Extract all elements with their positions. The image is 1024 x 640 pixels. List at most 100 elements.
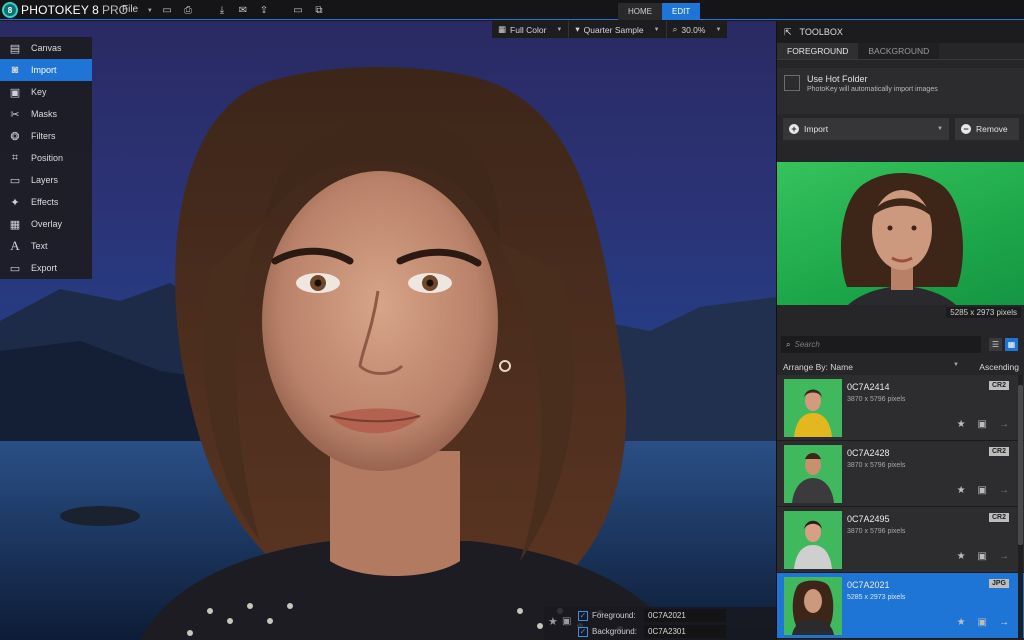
monitor-icon[interactable]: ▭ (291, 3, 305, 17)
sort-order-select[interactable]: Ascending (979, 362, 1019, 372)
arrow-right-icon[interactable]: → (999, 617, 1009, 628)
preview-size-bar: 5285 x 2973 pixels (777, 305, 1024, 321)
top-toolbar: ▭ ⎙ ⤓ ✉ ⇪ ▭ ⧉ (160, 3, 330, 17)
list-item[interactable]: 0C7A2414 3870 x 5796 pixels CR2 ★ ▣ → (777, 375, 1024, 441)
import-button[interactable]: + Import ▼ (783, 118, 949, 140)
app-logo: 8 PHOTOKEY 8 PRO (0, 0, 128, 20)
menu-item-import[interactable]: ◙ Import (0, 59, 92, 81)
left-tool-menu: ▤ Canvas ◙ Import ▣ Key ✂ Masks ❂ Filters ⌗ Po… (0, 37, 92, 279)
list-item-selected[interactable]: 0C7A2021 5285 x 2973 pixels JPG ★ ▣ → (777, 573, 1024, 639)
file-name: 0C7A2021 (847, 580, 890, 590)
save-icon[interactable]: ⤓ (215, 3, 229, 17)
search-input[interactable]: ⌕ Search (781, 336, 981, 353)
export-icon: ▭ (9, 262, 21, 275)
logo-name: PHOTOKEY (21, 3, 90, 17)
file-list: 0C7A2414 3870 x 5796 pixels CR2 ★ ▣ → 0C7A… (777, 375, 1024, 640)
sample-label: Quarter Sample (583, 24, 644, 35)
star-icon[interactable]: ★ (957, 617, 966, 628)
compare-icon[interactable]: ⧉ (312, 3, 326, 17)
sample-select[interactable]: ▾ Quarter Sample ▼ (569, 21, 665, 38)
hot-folder-description: PhotoKey will automatically import image… (807, 86, 938, 93)
color-mode-select[interactable]: ▦ Full Color ▼ (492, 21, 568, 38)
arrow-right-icon[interactable]: → (999, 485, 1009, 496)
menu-item-masks[interactable]: ✂ Masks (0, 103, 92, 125)
scanner-icon[interactable]: ▭ (160, 3, 174, 17)
image-icon[interactable]: ▣ (562, 616, 571, 627)
file-dimensions: 3870 x 5796 pixels (847, 396, 906, 403)
file-menu[interactable]: File ▼ (122, 4, 153, 15)
background-row: ✓ Background: 0C7A2301 (544, 624, 776, 639)
list-item[interactable]: 0C7A2495 3870 x 5796 pixels CR2 ★ ▣ → (777, 507, 1024, 573)
image-icon[interactable]: ▣ (978, 551, 987, 562)
toolbox-icon[interactable]: ⇱ (784, 27, 792, 38)
email-icon[interactable]: ✉ (236, 3, 250, 17)
plus-icon: + (789, 124, 799, 134)
filters-icon: ❂ (10, 130, 20, 143)
logo-icon: 8 (2, 2, 18, 18)
minus-icon: − (961, 124, 971, 134)
list-view-button[interactable]: ☰ (989, 338, 1002, 351)
arrow-right-icon[interactable]: → (999, 551, 1009, 562)
file-thumbnail (784, 577, 842, 635)
file-thumbnail (784, 511, 842, 569)
star-icon[interactable]: ★ (957, 419, 966, 430)
arrange-by-select[interactable]: Arrange By: Name (783, 362, 853, 372)
toolbox-panel: ⇱ TOOLBOX FOREGROUND BACKGROUND Use Hot … (776, 21, 1024, 640)
star-icon[interactable]: ★ (957, 485, 966, 496)
file-thumbnail (784, 379, 842, 437)
search-row: ⌕ Search ☰ ▦ (781, 336, 1021, 353)
foreground-row: ✓ Foreground: 0C7A2021 (544, 608, 776, 623)
tab-home[interactable]: HOME (618, 3, 662, 20)
file-name: 0C7A2414 (847, 382, 890, 392)
thumbnail-view-button[interactable]: ▦ (1005, 338, 1018, 351)
menu-item-layers[interactable]: ▭ Layers (0, 169, 92, 191)
hot-folder-checkbox[interactable] (784, 75, 800, 91)
menu-item-effects[interactable]: ✦ Effects (0, 191, 92, 213)
background-label: Background: (592, 627, 637, 636)
print-icon[interactable]: ⎙ (181, 3, 195, 17)
list-item[interactable]: 0C7A2428 3870 x 5796 pixels CR2 ★ ▣ → (777, 441, 1024, 507)
share-icon[interactable]: ⇪ (257, 3, 271, 17)
text-icon: A (10, 238, 20, 253)
color-mode-label: Full Color (510, 24, 547, 35)
color-swatch-icon: ▦ (498, 24, 507, 34)
tab-background[interactable]: BACKGROUND (858, 43, 940, 59)
image-icon[interactable]: ▣ (978, 617, 987, 628)
star-icon[interactable]: ★ (548, 615, 558, 628)
foreground-value[interactable]: 0C7A2021 (644, 609, 726, 622)
arrange-bar: Arrange By: Name ▼ Ascending (777, 359, 1024, 375)
foreground-preview (777, 162, 1024, 320)
background-checkbox[interactable]: ✓ (578, 626, 588, 637)
file-name: 0C7A2428 (847, 448, 890, 458)
tab-foreground[interactable]: FOREGROUND (777, 43, 859, 59)
scrollbar-thumb[interactable] (1018, 385, 1023, 545)
menu-item-filters[interactable]: ❂ Filters (0, 125, 92, 147)
zoom-icon: ⌕ (672, 24, 678, 34)
image-icon[interactable]: ▣ (978, 419, 987, 430)
arrow-right-icon[interactable]: → (999, 419, 1009, 430)
menu-item-canvas[interactable]: ▤ Canvas (0, 37, 92, 59)
star-icon[interactable]: ★ (957, 551, 966, 562)
file-type-badge: CR2 (988, 513, 1009, 522)
menu-item-key[interactable]: ▣ Key (0, 81, 92, 103)
editing-canvas[interactable]: ▦ Full Color ▼ ▾ Quarter Sample ▼ ⌕ 30.0… (0, 21, 776, 640)
canvas-icon: ▤ (9, 42, 21, 55)
zoom-label: 30.0% (681, 24, 706, 35)
foreground-label: Foreground: (592, 611, 636, 620)
tab-edit[interactable]: EDIT (662, 3, 701, 20)
file-dimensions: 5285 x 2973 pixels (847, 594, 906, 601)
foreground-checkbox[interactable]: ✓ (578, 610, 588, 621)
menu-item-overlay[interactable]: ▦ Overlay (0, 213, 92, 235)
menu-item-position[interactable]: ⌗ Position (0, 147, 92, 169)
remove-button[interactable]: − Remove (955, 118, 1019, 140)
hot-folder-title: Use Hot Folder (807, 74, 868, 84)
key-icon: ▣ (9, 86, 21, 99)
crop-icon: ⌗ (11, 151, 19, 164)
zoom-select[interactable]: ⌕ 30.0% ▼ (667, 21, 728, 38)
background-value[interactable]: 0C7A2301 (644, 625, 726, 638)
menu-item-text[interactable]: A Text (0, 235, 92, 257)
chevron-down-icon: ▼ (937, 126, 943, 132)
image-icon[interactable]: ▣ (978, 485, 987, 496)
menu-item-export[interactable]: ▭ Export (0, 257, 92, 279)
logo-version: 8 (92, 3, 99, 17)
